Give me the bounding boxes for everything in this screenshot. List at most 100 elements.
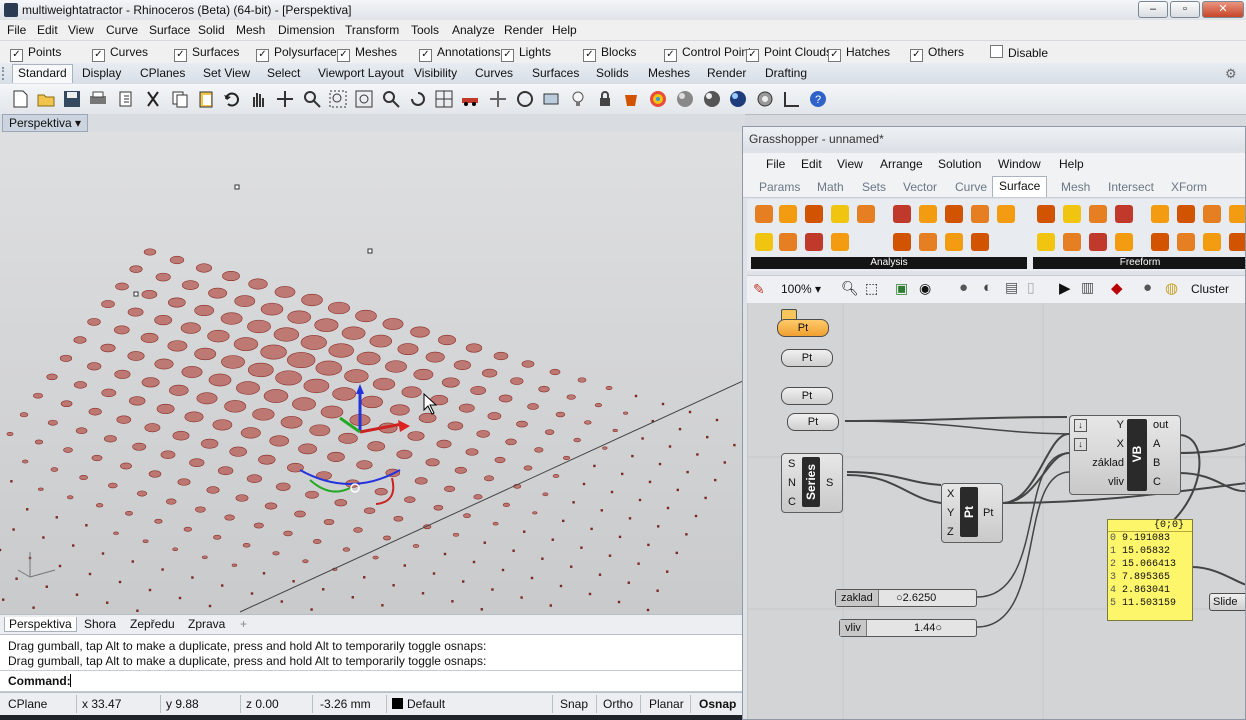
surface-component-icon[interactable] [1151, 205, 1169, 223]
surface-component-icon[interactable] [1115, 233, 1133, 251]
surface-component-icon[interactable] [1089, 205, 1107, 223]
print-icon[interactable] [88, 89, 108, 109]
tab-visibility[interactable]: Visibility [414, 66, 457, 80]
cluster-icon[interactable]: ◍ [1165, 279, 1178, 297]
menu-transform[interactable]: Transform [345, 23, 399, 37]
open-folder-icon[interactable] [36, 89, 56, 109]
tab-viewport-layout[interactable]: Viewport Layout [318, 66, 404, 80]
filter-blocks[interactable]: ✓ Blocks [583, 45, 636, 62]
gh-tab-xform[interactable]: XForm [1171, 180, 1207, 194]
surface-component-icon[interactable] [919, 205, 937, 223]
surface-component-icon[interactable] [779, 205, 797, 223]
gh-menu-help[interactable]: Help [1059, 157, 1084, 171]
tab-display[interactable]: Display [82, 66, 121, 80]
tab-cplanes[interactable]: CPlanes [140, 66, 185, 80]
options-gear-icon[interactable] [755, 89, 775, 109]
tab-set-view[interactable]: Set View [203, 66, 250, 80]
pt-param[interactable]: Pt [787, 413, 839, 431]
surface-component-icon[interactable] [893, 205, 911, 223]
slider-partial[interactable]: Slide [1209, 593, 1245, 611]
graft-down-icon[interactable]: ↓ [1074, 419, 1087, 432]
surface-component-icon[interactable] [805, 205, 823, 223]
tab-drafting[interactable]: Drafting [765, 66, 807, 80]
slider-zaklad[interactable]: zaklad ○2.6250 [835, 589, 977, 607]
brush-icon[interactable]: ✎ [753, 281, 765, 298]
tab-meshes[interactable]: Meshes [648, 66, 690, 80]
surface-component-icon[interactable] [893, 233, 911, 251]
input-y[interactable]: Y [1117, 419, 1124, 431]
surface-component-icon[interactable] [997, 205, 1015, 223]
ortho-toggle[interactable]: Ortho [603, 697, 633, 711]
pt-param[interactable]: Pt [781, 349, 833, 367]
snap-toggle[interactable]: Snap [560, 697, 588, 711]
grasshopper-canvas[interactable]: Pt Pt Pt Pt S N C Series S X Y Z Pt Pt ↓… [747, 303, 1245, 719]
surface-component-icon[interactable] [945, 233, 963, 251]
menu-render[interactable]: Render [504, 23, 543, 37]
gh-tab-curve[interactable]: Curve [955, 180, 987, 194]
snap-grid-icon[interactable] [782, 89, 802, 109]
gh-menu-edit[interactable]: Edit [801, 157, 822, 171]
input-zaklad[interactable]: základ [1092, 457, 1124, 469]
document-properties-icon[interactable] [116, 89, 136, 109]
gh-tab-surface[interactable]: Surface [992, 176, 1048, 197]
zoom-extents-icon[interactable] [354, 89, 374, 109]
pt-param-selected[interactable]: Pt [777, 319, 829, 337]
menu-view[interactable]: View [68, 23, 94, 37]
surface-component-icon[interactable] [1063, 233, 1081, 251]
output-pt[interactable]: Pt [983, 507, 993, 519]
menu-file[interactable]: File [7, 23, 26, 37]
save-icon[interactable] [62, 89, 82, 109]
gh-tab-intersect[interactable]: Intersect [1108, 180, 1154, 194]
light-bulb-icon[interactable]: ● [1143, 279, 1152, 296]
named-views-icon[interactable]: ▣ [895, 280, 908, 297]
layer-icon[interactable] [541, 89, 561, 109]
cut-icon[interactable] [143, 89, 163, 109]
filter-point-clouds[interactable]: ✓ Point Clouds [746, 45, 832, 62]
slider-value[interactable]: ○2.6250 [896, 590, 936, 606]
input-y[interactable]: Y [947, 507, 954, 519]
output-out[interactable]: out [1153, 419, 1168, 431]
grip-handle[interactable] [2, 67, 9, 80]
undo-view-icon[interactable] [408, 89, 428, 109]
surface-component-icon[interactable] [1229, 233, 1245, 251]
input-c[interactable]: C [788, 496, 796, 508]
car-render-icon[interactable] [460, 89, 480, 109]
document-icon[interactable]: ▯ [1027, 279, 1035, 296]
cluster-label[interactable]: Cluster [1191, 282, 1229, 296]
tab-viewport-perspektiva[interactable]: Perspektiva [4, 617, 77, 632]
menu-dimension[interactable]: Dimension [278, 23, 335, 37]
surface-component-icon[interactable] [971, 233, 989, 251]
gh-tab-params[interactable]: Params [759, 180, 800, 194]
filter-lights[interactable]: ✓ Lights [501, 45, 551, 62]
viewport-title-dropdown[interactable]: Perspektiva ▾ [2, 114, 89, 132]
perspective-viewport[interactable] [0, 132, 745, 614]
surface-component-icon[interactable] [831, 233, 849, 251]
play-solution-icon[interactable]: ▶ [1059, 279, 1071, 297]
output-c[interactable]: C [1153, 476, 1161, 488]
surface-component-icon[interactable] [1037, 205, 1055, 223]
input-n[interactable]: N [788, 477, 796, 489]
paste-icon[interactable] [196, 89, 216, 109]
graft-down-icon[interactable]: ↓ [1074, 438, 1087, 451]
command-prompt[interactable]: Command: [0, 670, 745, 692]
output-panel[interactable]: {0;0} 0 9.191083 1 15.05832 2 15.066413 3 7.895… [1107, 519, 1193, 621]
menu-help[interactable]: Help [552, 23, 577, 37]
gear-icon[interactable]: ⚙ [1225, 66, 1237, 82]
close-button[interactable]: ✕ [1202, 1, 1244, 18]
menu-surface[interactable]: Surface [149, 23, 190, 37]
surface-component-icon[interactable] [755, 233, 773, 251]
tab-viewport-zprava[interactable]: Zprava [184, 617, 229, 631]
tab-solids[interactable]: Solids [596, 66, 629, 80]
vb-script-component[interactable]: ↓ ↓ Y X základ vliv VB out A B C [1069, 415, 1181, 495]
gh-menu-solution[interactable]: Solution [938, 157, 981, 171]
add-viewport-tab-icon[interactable]: + [236, 617, 251, 631]
filter-annotations[interactable]: ✓ Annotations [419, 45, 500, 62]
input-x[interactable]: X [1117, 438, 1124, 450]
filter-control-points[interactable]: ✓ Control Points [664, 45, 757, 62]
filter-points[interactable]: ✓ Points [10, 45, 61, 62]
osnap-toggle[interactable]: Osnap [699, 697, 736, 711]
copy-icon[interactable] [170, 89, 190, 109]
slider-vliv[interactable]: vliv 1.44○ [839, 619, 977, 637]
gh-menu-arrange[interactable]: Arrange [880, 157, 923, 171]
help-icon[interactable]: ? [808, 89, 828, 109]
